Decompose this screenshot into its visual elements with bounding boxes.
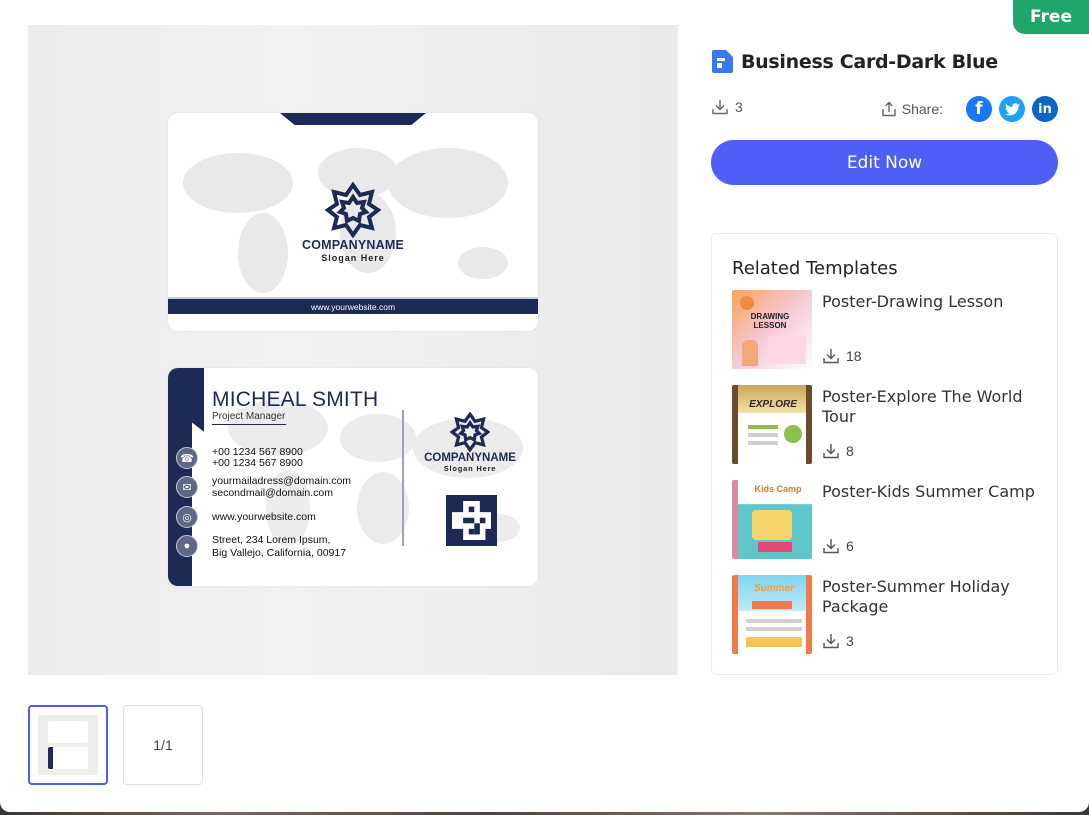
share-label-text: Share: [901,101,943,117]
email-2: secondmail@domain.com [212,487,333,499]
person-name: MICHEAL SMITH [212,388,379,411]
website: www.yourwebsite.com [212,511,316,523]
related-download-value: 6 [846,538,854,554]
share-icon [882,101,896,117]
download-icon [823,539,839,554]
related-template-name[interactable]: Poster-Explore The World Tour [822,387,1042,427]
thumbnail-caption: Summer [753,583,794,594]
related-download-count: 18 [823,348,862,364]
mini-card-front [48,721,88,743]
download-icon [823,349,839,364]
company-logo-icon [450,412,490,452]
template-title-row: Business Card-Dark Blue [712,50,998,73]
qr-code [446,495,497,546]
thumbnail-caption: EXPLORE [749,399,797,410]
related-download-count: 3 [823,633,854,649]
back-divider [402,410,404,546]
card-back: ☎ ✉ ◎ ● MICHEAL SMITH Project Manager +0… [168,368,538,586]
related-download-value: 3 [846,633,854,649]
front-company-name: COMPANYNAME [302,238,404,252]
page-counter: 1/1 [123,705,203,785]
location-icon: ● [176,535,198,557]
twitter-share-icon[interactable] [999,96,1025,122]
address-1: Street, 234 Lorem Ipsum, [212,534,331,546]
email-1: yourmailadress@domain.com [212,475,352,487]
globe-icon: ◎ [176,506,198,528]
related-template-name[interactable]: Poster-Summer Holiday Package [822,577,1042,617]
related-template-name[interactable]: Poster-Drawing Lesson [822,292,1042,312]
related-template-item[interactable]: EXPLORE Poster-Explore The World Tour 8 [732,385,1042,465]
related-templates-heading: Related Templates [732,258,898,279]
thumbnail-caption: Kids Camp [754,484,802,494]
related-template-thumbnail[interactable]: EXPLORE [732,385,812,464]
related-template-name[interactable]: Poster-Kids Summer Camp [822,482,1042,502]
related-template-item[interactable]: Summer Poster-Summer Holiday Package 3 [732,575,1042,655]
back-company-name: COMPANYNAME [424,452,516,464]
related-templates-panel: Related Templates DRAWING LESSON Poster-… [711,233,1058,675]
template-title: Business Card-Dark Blue [741,50,998,73]
download-icon [712,100,728,115]
template-preview-modal: Free COMPANYNAME Slogan Here www.yourweb… [0,0,1089,812]
address-2: Big Vallejo, California, 00917 [212,547,347,559]
related-template-thumbnail[interactable]: Kids Camp [732,480,812,559]
qr-pattern [452,501,491,540]
facebook-share-icon[interactable]: f [966,96,992,122]
related-download-count: 6 [823,538,854,554]
front-website-bar: www.yourwebsite.com [168,299,538,314]
page-thumbnail-1[interactable] [28,705,108,785]
download-icon [823,634,839,649]
twitter-bird-icon [1004,102,1020,115]
phone-2: +00 1234 567 8900 [212,457,303,469]
download-icon [823,444,839,459]
meta-row: 3 Share: f in [712,96,1058,122]
share-group: Share: f in [881,96,1058,122]
back-slogan: Slogan Here [443,464,497,473]
edit-now-button[interactable]: Edit Now [711,140,1058,185]
template-preview: COMPANYNAME Slogan Here www.yourwebsite.… [28,25,678,675]
related-download-value: 8 [846,443,854,459]
mini-card-back [48,747,88,769]
related-template-item[interactable]: DRAWING LESSON Poster-Drawing Lesson 18 [732,290,1042,370]
related-download-value: 18 [846,348,862,364]
related-template-thumbnail[interactable]: DRAWING LESSON [732,290,812,369]
thumbnail-caption: DRAWING LESSON [750,312,790,330]
free-badge: Free [1013,0,1089,34]
related-template-item[interactable]: Kids Camp Poster-Kids Summer Camp 6 [732,480,1042,560]
related-download-count: 8 [823,443,854,459]
linkedin-share-icon[interactable]: in [1032,96,1058,122]
phone-icon: ☎ [176,447,198,469]
title-underline [212,424,286,425]
card-front: COMPANYNAME Slogan Here www.yourwebsite.… [168,113,538,331]
document-icon [712,50,733,73]
company-logo-icon [325,182,381,238]
front-top-tab [280,113,426,125]
related-template-thumbnail[interactable]: Summer [732,575,812,654]
thumbnail-preview [38,715,98,775]
front-website: www.yourwebsite.com [310,301,396,312]
share-label: Share: [881,101,943,117]
mail-icon: ✉ [176,476,198,498]
download-count-value: 3 [735,99,743,115]
person-title: Project Manager [212,411,286,422]
download-count: 3 [712,99,743,115]
front-slogan: Slogan Here [321,253,385,263]
